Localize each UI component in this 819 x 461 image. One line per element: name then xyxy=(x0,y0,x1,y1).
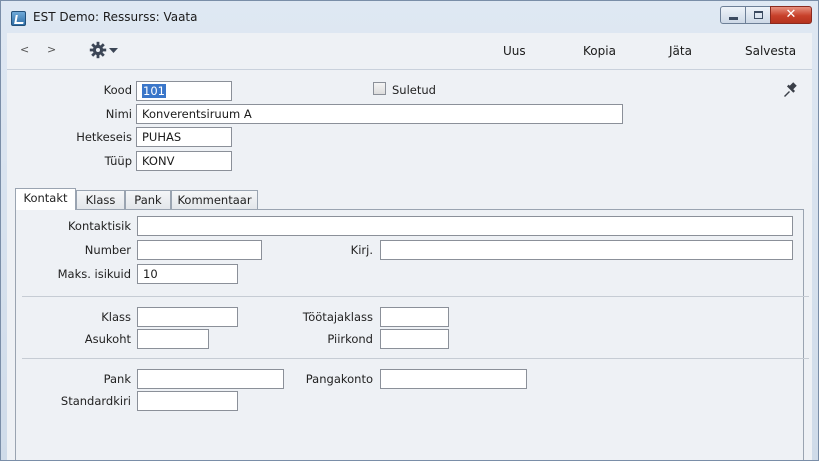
tab-kontakt[interactable]: Kontakt xyxy=(15,188,76,210)
minimize-icon xyxy=(729,17,738,20)
app-icon xyxy=(11,11,26,26)
hetkeseis-label: Hetkeseis xyxy=(76,130,132,144)
maks-isikuid-label: Maks. isikuid xyxy=(57,267,131,281)
section-divider xyxy=(22,358,809,359)
number-label: Number xyxy=(84,243,131,257)
asukoht-label: Asukoht xyxy=(84,332,131,346)
piirkond-field[interactable] xyxy=(380,329,449,349)
maximize-button[interactable] xyxy=(745,6,771,24)
maximize-icon xyxy=(754,11,763,19)
asukoht-field[interactable] xyxy=(137,329,209,349)
kood-value: 101 xyxy=(142,84,166,98)
pangakonto-label: Pangakonto xyxy=(305,372,373,386)
back-button[interactable]: < xyxy=(20,43,29,56)
klass-label: Klass xyxy=(101,310,131,324)
kirj-field[interactable] xyxy=(380,240,793,260)
standardkiri-label: Standardkiri xyxy=(60,394,131,408)
close-button[interactable]: ✕ xyxy=(770,6,812,24)
section-divider xyxy=(22,296,809,297)
hetkeseis-field[interactable]: PUHAS xyxy=(136,127,232,147)
tyyp-label: Tüüp xyxy=(104,154,132,168)
tyyp-field[interactable]: KONV xyxy=(136,151,232,171)
nimi-label: Nimi xyxy=(105,107,132,121)
save-button[interactable]: Salvesta xyxy=(745,44,796,58)
tab-kommentaar[interactable]: Kommentaar xyxy=(171,190,258,209)
piirkond-label: Piirkond xyxy=(327,332,373,346)
tab-klass[interactable]: Klass xyxy=(76,190,125,209)
pin-icon[interactable] xyxy=(782,82,798,98)
window-title: EST Demo: Ressurss: Vaata xyxy=(33,10,198,24)
kirj-label: Kirj. xyxy=(350,243,373,257)
toolbar: < > Uus Kopia Jäta Salvesta xyxy=(7,33,812,70)
pank-label: Pank xyxy=(103,372,131,386)
minimize-button[interactable] xyxy=(720,6,746,24)
suletud-checkbox[interactable] xyxy=(373,82,386,95)
window-controls: ✕ xyxy=(720,6,812,24)
new-button[interactable]: Uus xyxy=(503,44,526,58)
skip-button[interactable]: Jäta xyxy=(669,44,692,58)
close-icon: ✕ xyxy=(785,7,797,22)
pangakonto-field[interactable] xyxy=(380,369,527,389)
pank-field[interactable] xyxy=(137,369,284,389)
title-bar[interactable]: EST Demo: Ressurss: Vaata ✕ xyxy=(1,1,818,33)
kontaktisik-field[interactable] xyxy=(137,216,793,236)
maks-isikuid-field[interactable]: 10 xyxy=(137,264,238,284)
kood-field[interactable]: 101 xyxy=(136,81,232,101)
gear-menu-button[interactable] xyxy=(89,39,118,63)
kood-label: Kood xyxy=(103,83,132,97)
copy-button[interactable]: Kopia xyxy=(583,44,616,58)
app-window: EST Demo: Ressurss: Vaata ✕ < > Uus Kopi… xyxy=(0,0,819,461)
tootajaklass-label: Töötajaklass xyxy=(302,310,373,324)
tootajaklass-field[interactable] xyxy=(380,307,449,327)
tab-panel-kontakt: Kontaktisik Number Kirj. Maks. isikuid 1… xyxy=(15,209,809,460)
nimi-field[interactable]: Konverentsiruum A xyxy=(136,104,623,124)
standardkiri-field[interactable] xyxy=(137,391,238,411)
chevron-down-icon xyxy=(109,48,118,53)
tab-pank[interactable]: Pank xyxy=(125,190,171,209)
kontaktisik-label: Kontaktisik xyxy=(67,219,131,233)
klass-field[interactable] xyxy=(137,307,238,327)
forward-button[interactable]: > xyxy=(47,43,56,56)
record-form: Kood 101 Suletud Nimi Konverentsiruum A … xyxy=(7,70,812,460)
number-field[interactable] xyxy=(137,240,262,260)
suletud-label: Suletud xyxy=(392,83,436,97)
